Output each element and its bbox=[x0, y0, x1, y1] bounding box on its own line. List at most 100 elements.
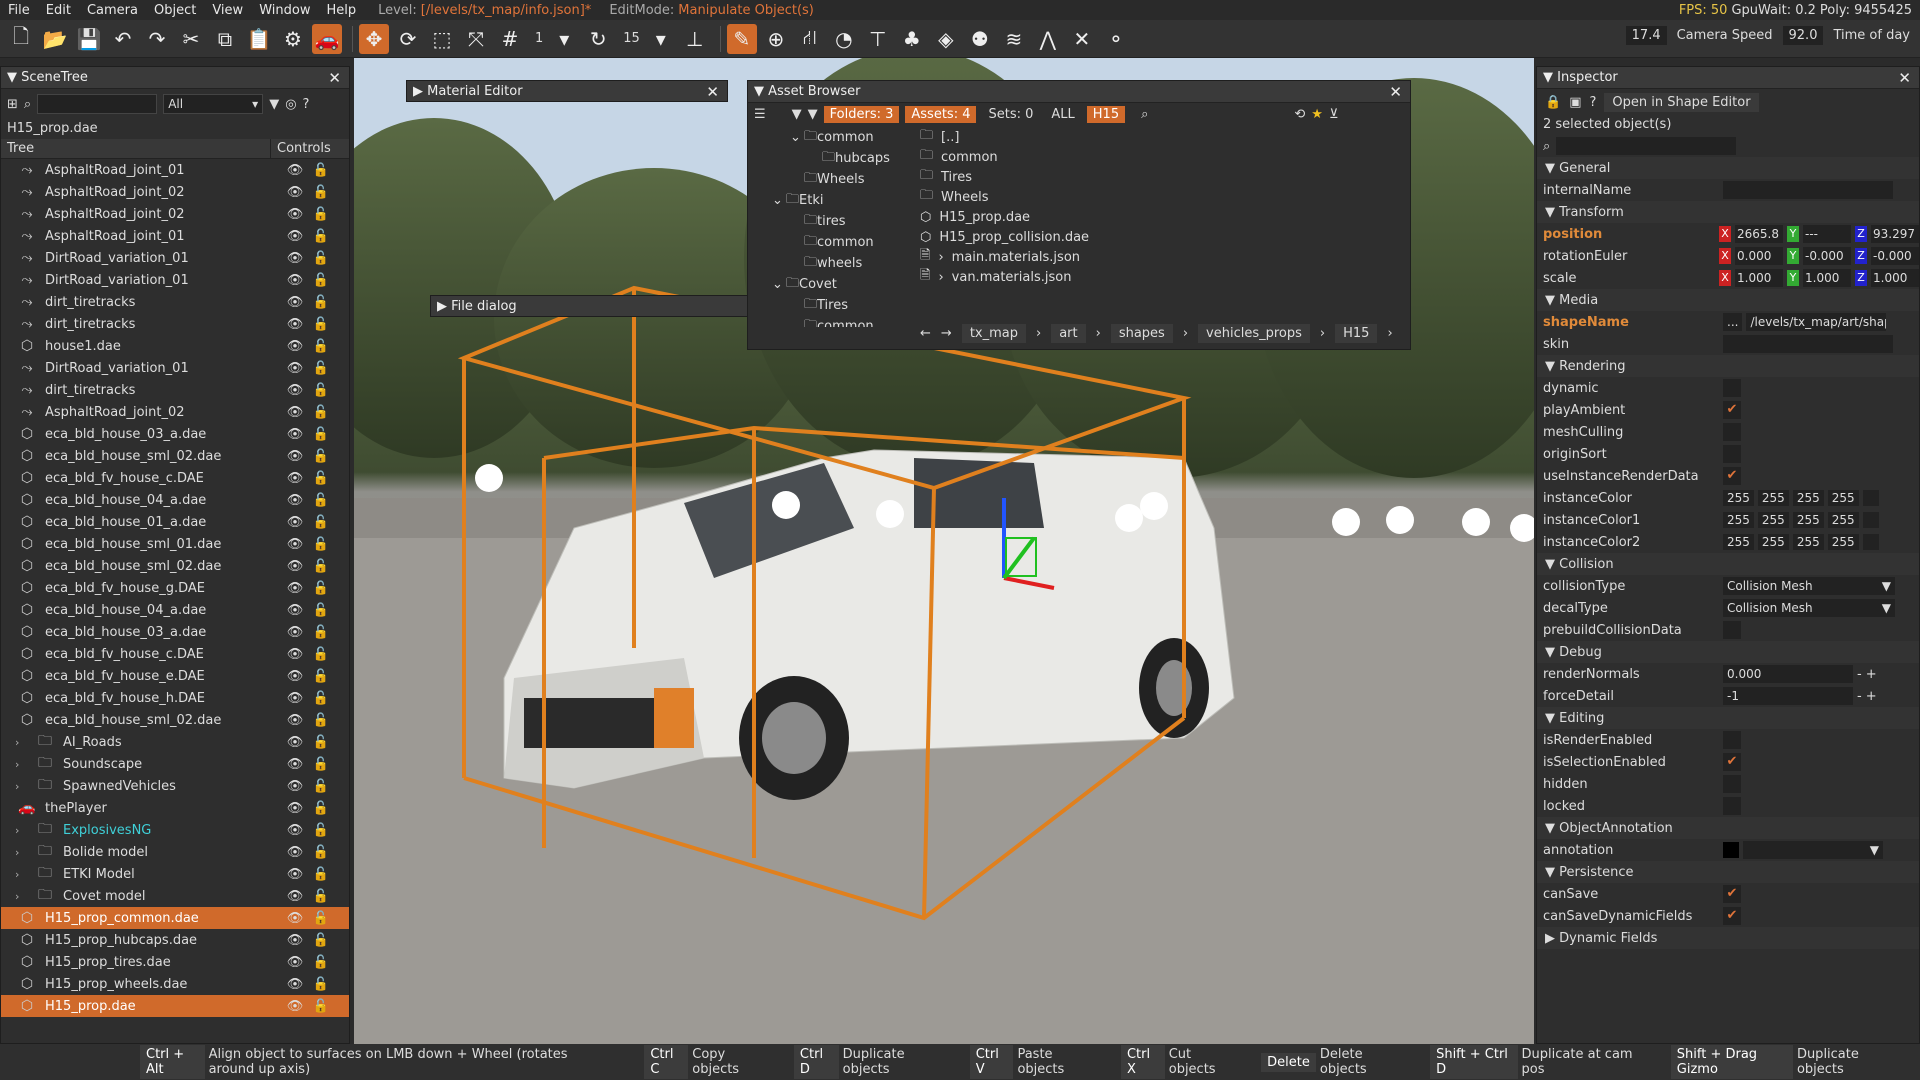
section-collision[interactable]: ▼ Collision bbox=[1537, 553, 1919, 575]
close-icon[interactable]: ✕ bbox=[328, 69, 341, 87]
forest-tool-icon[interactable]: ♣ bbox=[897, 24, 927, 54]
scene-tree-item[interactable]: ⬡ eca_bld_house_03_a.dae 👁 🔓 bbox=[1, 423, 349, 445]
lock-icon[interactable]: 🔓 bbox=[311, 867, 331, 882]
chevron-right-icon[interactable]: › bbox=[1320, 326, 1325, 341]
section-general[interactable]: ▼ General bbox=[1537, 157, 1919, 179]
asset-file-item[interactable]: 🗀 Tires bbox=[920, 167, 1400, 187]
scene-tree-search-input[interactable] bbox=[37, 94, 158, 114]
menu-object[interactable]: Object bbox=[146, 3, 204, 18]
terrain-snap-icon[interactable]: ⊥ bbox=[680, 24, 710, 54]
lock-icon[interactable]: 🔓 bbox=[311, 295, 331, 310]
lock-icon[interactable]: 🔓 bbox=[311, 471, 331, 486]
road-tool-icon[interactable]: ⛙ bbox=[795, 24, 825, 54]
visibility-eye-icon[interactable]: 👁 bbox=[285, 911, 305, 926]
visibility-eye-icon[interactable]: 👁 bbox=[285, 779, 305, 794]
visibility-eye-icon[interactable]: 👁 bbox=[285, 471, 305, 486]
asset-folder-item[interactable]: 🗀 Tires bbox=[754, 295, 904, 316]
lock-icon[interactable]: 🔓 bbox=[311, 339, 331, 354]
menu-camera[interactable]: Camera bbox=[79, 3, 146, 18]
scene-tree-item[interactable]: › 🗀 Covet model 👁 🔓 bbox=[1, 885, 349, 907]
section-objectannotation[interactable]: ▼ ObjectAnnotation bbox=[1537, 817, 1919, 839]
visibility-eye-icon[interactable]: 👁 bbox=[285, 537, 305, 552]
scene-tree-item[interactable]: ⬡ eca_bld_house_04_a.dae 👁 🔓 bbox=[1, 599, 349, 621]
cut-icon[interactable]: ✂ bbox=[176, 24, 206, 54]
section-dynamicfields[interactable]: ▶ Dynamic Fields bbox=[1537, 927, 1919, 949]
lock-icon[interactable]: 🔓 bbox=[311, 735, 331, 750]
visibility-eye-icon[interactable]: 👁 bbox=[285, 559, 305, 574]
terrain-tool-icon[interactable]: ◔ bbox=[829, 24, 859, 54]
scene-tree-item[interactable]: ⤳ dirt_tiretracks 👁 🔓 bbox=[1, 379, 349, 401]
scale-z-input[interactable]: 1.000 bbox=[1871, 269, 1919, 287]
close-icon[interactable]: ✕ bbox=[1898, 69, 1911, 87]
lock-icon[interactable]: 🔓 bbox=[311, 207, 331, 222]
scene-tree-item[interactable]: ⬡ eca_bld_fv_house_h.DAE 👁 🔓 bbox=[1, 687, 349, 709]
lock-icon[interactable]: 🔓 bbox=[311, 999, 331, 1014]
lock-icon[interactable]: 🔓 bbox=[311, 911, 331, 926]
scale-y-input[interactable]: 1.000 bbox=[1803, 269, 1851, 287]
scene-tree-item[interactable]: ⤳ AsphaltRoad_joint_02 👁 🔓 bbox=[1, 401, 349, 423]
prebuild-checkbox[interactable] bbox=[1723, 621, 1741, 639]
fov-input[interactable]: 17.4 bbox=[1625, 26, 1667, 45]
lock-icon[interactable]: 🔓 bbox=[311, 779, 331, 794]
scene-tree-item[interactable]: ⤳ AsphaltRoad_joint_02 👁 🔓 bbox=[1, 203, 349, 225]
isrenderenabled-checkbox[interactable] bbox=[1723, 731, 1741, 749]
save-icon[interactable]: 💾 bbox=[74, 24, 104, 54]
node-tool-icon[interactable]: ⚬ bbox=[1101, 24, 1131, 54]
visibility-eye-icon[interactable]: 👁 bbox=[285, 889, 305, 904]
asset-file-item[interactable]: ⬡ H15_prop.dae bbox=[920, 207, 1400, 227]
chevron-down-icon[interactable]: ⌄ bbox=[772, 193, 786, 208]
all-tab[interactable]: ALL bbox=[1045, 106, 1080, 123]
pos-x-input[interactable]: 2665.8 bbox=[1735, 225, 1783, 243]
useinstancerenderdata-checkbox[interactable]: ✔ bbox=[1723, 467, 1741, 485]
expand-arrow-icon[interactable]: › bbox=[15, 736, 19, 749]
lock-icon[interactable]: 🔓 bbox=[311, 713, 331, 728]
locked-checkbox[interactable] bbox=[1723, 797, 1741, 815]
asset-folder-item[interactable]: 🗀 common bbox=[754, 316, 904, 328]
color-swatch[interactable] bbox=[1862, 512, 1879, 528]
vehicle-icon[interactable]: 🚗 bbox=[312, 23, 342, 54]
menu-file[interactable]: File bbox=[0, 3, 38, 18]
scene-tree-header[interactable]: ▼ SceneTree ✕ bbox=[1, 67, 349, 89]
menu-window[interactable]: Window bbox=[251, 3, 318, 18]
scene-tree-item[interactable]: › 🗀 Soundscape 👁 🔓 bbox=[1, 753, 349, 775]
chevron-right-icon[interactable]: › bbox=[1036, 326, 1041, 341]
section-editing[interactable]: ▼ Editing bbox=[1537, 707, 1919, 729]
chevron-down-icon[interactable]: ⌄ bbox=[772, 277, 786, 292]
lock-icon[interactable]: 🔓 bbox=[311, 251, 331, 266]
lock-icon[interactable]: 🔓 bbox=[311, 383, 331, 398]
help-icon[interactable]: ? bbox=[303, 97, 310, 112]
rotation-dropdown-icon[interactable]: ▾ bbox=[646, 24, 676, 54]
visibility-eye-icon[interactable]: 👁 bbox=[285, 647, 305, 662]
collisiontype-select[interactable]: Collision Mesh ▼ bbox=[1723, 577, 1895, 595]
visibility-eye-icon[interactable]: 👁 bbox=[285, 229, 305, 244]
scene-tree-item[interactable]: ⬡ eca_bld_house_04_a.dae 👁 🔓 bbox=[1, 489, 349, 511]
visibility-eye-icon[interactable]: 👁 bbox=[285, 383, 305, 398]
asset-file-item[interactable]: 🗎 › main.materials.json bbox=[920, 247, 1400, 267]
scene-tree-item[interactable]: ⬡ H15_prop.dae 👁 🔓 bbox=[1, 995, 349, 1017]
color-swatch[interactable] bbox=[1862, 534, 1879, 550]
menu-view[interactable]: View bbox=[204, 3, 251, 18]
rotate-gizmo-icon[interactable]: ⟳ bbox=[393, 24, 423, 54]
lock-icon[interactable]: 🔓 bbox=[311, 603, 331, 618]
snap-dropdown-icon[interactable]: ▾ bbox=[549, 24, 579, 54]
lock-icon[interactable]: 🔓 bbox=[311, 647, 331, 662]
layer-tool-icon[interactable]: ◈ bbox=[931, 24, 961, 54]
expand-arrow-icon[interactable]: › bbox=[15, 890, 19, 903]
section-persistence[interactable]: ▼ Persistence bbox=[1537, 861, 1919, 883]
visibility-eye-icon[interactable]: 👁 bbox=[285, 515, 305, 530]
scene-tree-item[interactable]: ⤳ DirtRoad_variation_01 👁 🔓 bbox=[1, 247, 349, 269]
scene-tree-item[interactable]: ⬡ eca_bld_house_01_a.dae 👁 🔓 bbox=[1, 511, 349, 533]
hidden-checkbox[interactable] bbox=[1723, 775, 1741, 793]
paint-tool-icon[interactable]: ⊤ bbox=[863, 24, 893, 54]
move-gizmo-icon[interactable]: ✥ bbox=[359, 23, 389, 54]
breadcrumb-segment[interactable]: shapes bbox=[1110, 323, 1173, 343]
rotation-snap-value[interactable]: 15 bbox=[623, 31, 640, 46]
file-dialog-panel[interactable]: ▶ File dialog bbox=[430, 295, 752, 317]
scene-tree-item[interactable]: ⬡ eca_bld_house_sml_02.dae 👁 🔓 bbox=[1, 709, 349, 731]
meshculling-checkbox[interactable] bbox=[1723, 423, 1741, 441]
originsort-checkbox[interactable] bbox=[1723, 445, 1741, 463]
visibility-eye-icon[interactable]: 👁 bbox=[285, 405, 305, 420]
rotation-snap-icon[interactable]: ↻ bbox=[583, 24, 613, 54]
sets-count-tab[interactable]: Sets: 0 bbox=[982, 106, 1039, 123]
scene-tree-item[interactable]: › 🗀 ExplosivesNG 👁 🔓 bbox=[1, 819, 349, 841]
